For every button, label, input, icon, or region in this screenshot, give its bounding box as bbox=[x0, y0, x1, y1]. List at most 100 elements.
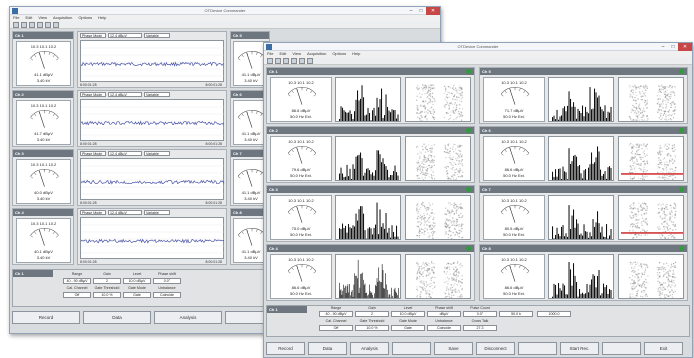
disconnect-button[interactable]: Disconnect bbox=[476, 342, 515, 355]
setting-value[interactable]: 40 - 90 dBµV bbox=[319, 311, 353, 317]
variable-dropdown[interactable]: Variable bbox=[144, 33, 170, 38]
setting-value[interactable]: 0.0° bbox=[153, 278, 181, 284]
maximize-icon[interactable]: □ bbox=[668, 43, 678, 51]
gauge-scale: 10.3 10.1 10.2 bbox=[288, 139, 314, 144]
variable-dropdown[interactable]: Variable bbox=[144, 210, 170, 215]
disabled-button-3[interactable] bbox=[602, 342, 641, 355]
level-dropdown[interactable]: 12.4 dBµV bbox=[108, 92, 142, 97]
gauge-reading-db: 41.1 dBµV bbox=[34, 72, 53, 77]
channel-panel: Ch 3 10.3 10.1 10.2 75.0 dBµV 50.0 Hz Ext. bbox=[266, 185, 475, 242]
disabled-button-1[interactable] bbox=[392, 342, 431, 355]
setting-value[interactable]: 2 bbox=[93, 278, 121, 284]
undo-icon[interactable] bbox=[45, 22, 51, 28]
channel-label: Ch 4 bbox=[267, 245, 474, 252]
setting-value[interactable]: Coincide bbox=[153, 292, 181, 298]
setting-value[interactable]: 40 - 90 dBµV bbox=[63, 278, 91, 284]
setting-value[interactable]: 10.0 % bbox=[93, 292, 121, 298]
setting-value[interactable]: dBµV bbox=[427, 311, 461, 317]
histogram-bars bbox=[339, 85, 399, 121]
print-icon[interactable] bbox=[291, 58, 297, 64]
phase-plot bbox=[618, 254, 684, 299]
maximize-icon[interactable]: □ bbox=[416, 7, 426, 15]
gauge-scale: 10.3 10.1 10.2 bbox=[501, 139, 527, 144]
save-icon[interactable] bbox=[21, 22, 27, 28]
start-rec-button[interactable]: Start Rec. bbox=[560, 342, 599, 355]
analysis-button[interactable]: Analysis bbox=[154, 311, 222, 324]
print-icon[interactable] bbox=[37, 22, 43, 28]
setting-value[interactable]: Off bbox=[319, 325, 353, 331]
data-button[interactable]: Data bbox=[308, 342, 347, 355]
record-button[interactable]: Record bbox=[12, 311, 80, 324]
menu-options[interactable]: Options bbox=[78, 15, 92, 21]
setting-value[interactable]: 10.0 dBµV bbox=[123, 278, 151, 284]
setting-value[interactable]: 0.0° bbox=[463, 311, 497, 317]
level-dropdown[interactable]: 12.4 dBµV bbox=[108, 151, 142, 156]
setting-label: Pulse Count bbox=[470, 306, 490, 310]
settings-icon[interactable] bbox=[283, 58, 289, 64]
setting-value[interactable]: 10.0 dBµV bbox=[391, 311, 425, 317]
menu-file[interactable]: File bbox=[13, 15, 19, 21]
setting-value[interactable]: 2 bbox=[355, 311, 389, 317]
phase-mode-dropdown[interactable]: Phase Mode bbox=[80, 92, 106, 97]
variable-dropdown[interactable]: Variable bbox=[144, 92, 170, 97]
open-icon[interactable] bbox=[267, 58, 273, 64]
record-button[interactable]: Record bbox=[266, 342, 305, 355]
menu-view[interactable]: View bbox=[38, 15, 47, 21]
trace-panel: Phase Mode 12.4 dBµV Variable 8:00:01:28 8:0… bbox=[77, 149, 227, 206]
close-icon[interactable]: ✕ bbox=[426, 7, 440, 15]
setting-value[interactable]: Gate bbox=[391, 325, 425, 331]
level-dropdown[interactable]: 12.4 dBµV bbox=[108, 33, 142, 38]
setting-value[interactable]: 10.0 % bbox=[355, 325, 389, 331]
setting-label: Level bbox=[132, 272, 142, 276]
app-icon bbox=[12, 8, 18, 14]
menu-acquisition[interactable]: Acquisition bbox=[307, 51, 326, 57]
disabled-button-2[interactable] bbox=[518, 342, 557, 355]
minimize-icon[interactable]: – bbox=[658, 43, 668, 51]
status-led bbox=[679, 187, 684, 192]
menu-edit[interactable]: Edit bbox=[279, 51, 286, 57]
phase-mode-dropdown[interactable]: Phase Mode bbox=[80, 151, 106, 156]
menu-acquisition[interactable]: Acquisition bbox=[53, 15, 72, 21]
close-icon[interactable]: ✕ bbox=[678, 43, 692, 51]
data-button[interactable]: Data bbox=[83, 311, 151, 324]
back-settings-header: Ch 1 bbox=[13, 270, 53, 277]
setting-value[interactable]: 27.3 bbox=[463, 325, 497, 331]
settings-icon[interactable] bbox=[29, 22, 35, 28]
trace-plot bbox=[80, 40, 225, 82]
menu-help[interactable]: Help bbox=[98, 15, 106, 21]
status-led bbox=[466, 69, 471, 74]
menu-file[interactable]: File bbox=[267, 51, 273, 57]
undo-icon[interactable] bbox=[299, 58, 305, 64]
setting-value[interactable]: Coincide bbox=[427, 325, 461, 331]
open-icon[interactable] bbox=[13, 22, 19, 28]
gauge-needle bbox=[296, 88, 303, 105]
menu-edit[interactable]: Edit bbox=[25, 15, 32, 21]
minimize-icon[interactable]: – bbox=[406, 7, 416, 15]
setting-label: Gate Threshold bbox=[359, 319, 385, 323]
gauge-reading-kv: 3.40 kV bbox=[36, 137, 51, 142]
redo-icon[interactable] bbox=[53, 22, 59, 28]
setting-value[interactable]: 50.0 k bbox=[499, 311, 533, 317]
gauge-needle bbox=[246, 111, 253, 128]
level-dropdown[interactable]: 12.4 dBµV bbox=[108, 210, 142, 215]
exit-button[interactable]: Exit bbox=[644, 342, 683, 355]
menu-help[interactable]: Help bbox=[352, 51, 360, 57]
gauge-meter: 10.3 10.1 10.2 75.0 dBµV 50.0 Hz Ext. bbox=[270, 195, 332, 240]
status-led bbox=[679, 246, 684, 251]
menu-view[interactable]: View bbox=[292, 51, 301, 57]
setting-value[interactable]: Off bbox=[63, 292, 91, 298]
time-end: 8:00:01:28 bbox=[205, 142, 222, 146]
analysis-button[interactable]: Analysis bbox=[350, 342, 389, 355]
trace-plot bbox=[80, 99, 225, 141]
variable-dropdown[interactable]: Variable bbox=[144, 151, 170, 156]
gauge-reading-db: 40.1 dBµV bbox=[34, 249, 53, 254]
phase-mode-dropdown[interactable]: Phase Mode bbox=[80, 210, 106, 215]
save-icon[interactable] bbox=[275, 58, 281, 64]
menu-options[interactable]: Options bbox=[332, 51, 346, 57]
save-button[interactable]: Save bbox=[434, 342, 473, 355]
setting-value[interactable]: Gate bbox=[123, 292, 151, 298]
setting-value[interactable]: 1000.0 bbox=[537, 311, 571, 317]
channel-label: Ch 2 bbox=[267, 127, 474, 134]
phase-mode-dropdown[interactable]: Phase Mode bbox=[80, 33, 106, 38]
redo-icon[interactable] bbox=[307, 58, 313, 64]
